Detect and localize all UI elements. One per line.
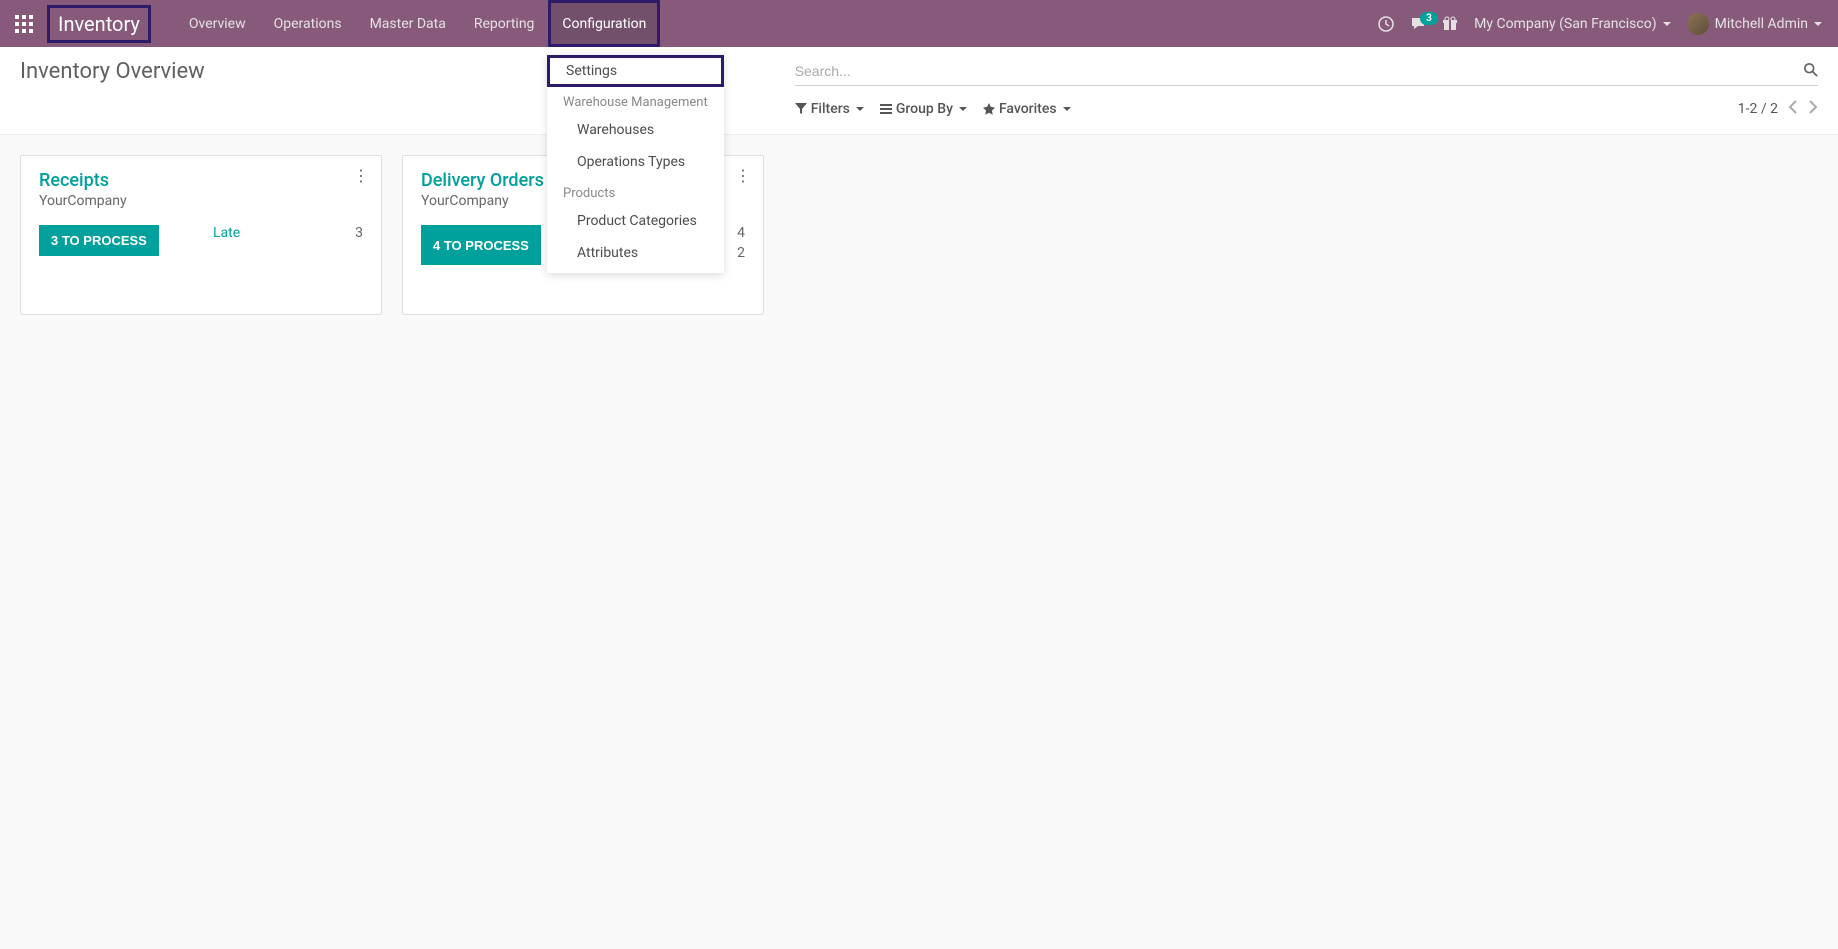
- pager: 1-2 / 2: [1738, 100, 1818, 118]
- content: ⋮ Receipts YourCompany 3 TO PROCESS Late…: [0, 135, 1838, 335]
- process-button[interactable]: 3 TO PROCESS: [39, 225, 159, 256]
- dropdown-settings[interactable]: Settings: [547, 55, 724, 87]
- search-input[interactable]: [795, 59, 1804, 83]
- card-link-count: 3: [355, 225, 363, 241]
- filter-bar: Filters Group By Favorites 1-2 / 2: [795, 100, 1818, 118]
- pager-text: 1-2 / 2: [1738, 101, 1778, 117]
- search-area: Filters Group By Favorites 1-2 / 2: [795, 59, 1818, 118]
- control-bar: Inventory Overview Filters Group By Favo…: [0, 47, 1838, 135]
- process-button[interactable]: 4 TO PROCESS: [421, 225, 541, 265]
- dropdown-warehouses[interactable]: Warehouses: [547, 114, 724, 146]
- card-menu-icon[interactable]: ⋮: [735, 166, 751, 185]
- groupby-label: Group By: [896, 101, 953, 117]
- card-subtitle: YourCompany: [39, 193, 363, 209]
- pager-prev[interactable]: [1788, 100, 1798, 118]
- caret-down-icon: [1814, 22, 1822, 26]
- configuration-dropdown: Settings Warehouse Management Warehouses…: [547, 55, 724, 273]
- apps-icon[interactable]: [0, 15, 47, 33]
- groupby-button[interactable]: Group By: [880, 101, 967, 117]
- user-menu[interactable]: Mitchell Admin: [1687, 13, 1822, 35]
- messages-badge: 3: [1420, 12, 1438, 25]
- caret-down-icon: [1663, 22, 1671, 26]
- clock-icon[interactable]: [1378, 16, 1394, 32]
- dropdown-product-categories[interactable]: Product Categories: [547, 205, 724, 237]
- messages-icon[interactable]: 3: [1410, 16, 1426, 32]
- favorites-label: Favorites: [999, 101, 1057, 117]
- favorites-button[interactable]: Favorites: [983, 101, 1071, 117]
- company-name: My Company (San Francisco): [1474, 16, 1656, 32]
- nav-master-data[interactable]: Master Data: [356, 0, 460, 47]
- user-name: Mitchell Admin: [1715, 16, 1808, 32]
- card-link-count: 2: [737, 245, 745, 261]
- dropdown-header-products: Products: [547, 178, 724, 205]
- card-links: Late 3: [213, 225, 363, 256]
- card-title[interactable]: Receipts: [39, 170, 363, 191]
- card-receipts: ⋮ Receipts YourCompany 3 TO PROCESS Late…: [20, 155, 382, 315]
- avatar: [1687, 13, 1709, 35]
- nav-overview[interactable]: Overview: [175, 0, 260, 47]
- nav-menu: Overview Operations Master Data Reportin…: [175, 0, 661, 47]
- nav-operations[interactable]: Operations: [260, 0, 356, 47]
- company-selector[interactable]: My Company (San Francisco): [1474, 16, 1670, 32]
- card-menu-icon[interactable]: ⋮: [353, 166, 369, 185]
- app-title[interactable]: Inventory: [47, 5, 151, 43]
- nav-reporting[interactable]: Reporting: [460, 0, 549, 47]
- nav-configuration[interactable]: Configuration: [548, 0, 660, 47]
- search-icon[interactable]: [1804, 62, 1818, 81]
- dropdown-operations-types[interactable]: Operations Types: [547, 146, 724, 178]
- caret-down-icon: [959, 107, 967, 111]
- dropdown-attributes[interactable]: Attributes: [547, 237, 724, 269]
- page-title: Inventory Overview: [20, 59, 205, 84]
- filters-button[interactable]: Filters: [795, 101, 864, 117]
- card-link[interactable]: Late: [213, 225, 240, 241]
- topbar: Inventory Overview Operations Master Dat…: [0, 0, 1838, 47]
- topbar-right: 3 My Company (San Francisco) Mitchell Ad…: [1378, 13, 1838, 35]
- caret-down-icon: [1063, 107, 1071, 111]
- filters-label: Filters: [811, 101, 850, 117]
- pager-next[interactable]: [1808, 100, 1818, 118]
- dropdown-header-warehouse: Warehouse Management: [547, 87, 724, 114]
- gift-icon[interactable]: [1442, 16, 1458, 32]
- caret-down-icon: [856, 107, 864, 111]
- card-link-count: 4: [737, 225, 745, 241]
